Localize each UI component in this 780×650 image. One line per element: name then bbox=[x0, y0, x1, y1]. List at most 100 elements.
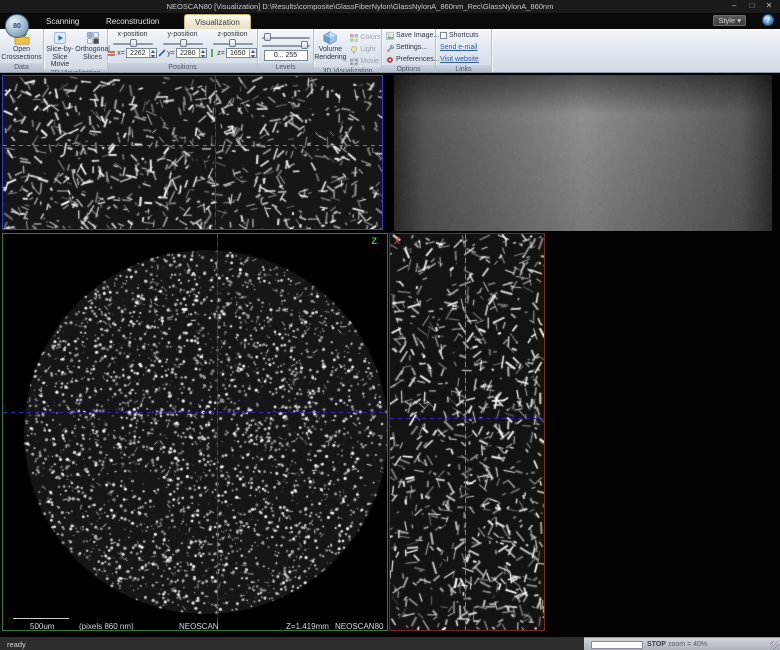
colors-button[interactable]: Colors bbox=[348, 32, 380, 43]
tab-scanning[interactable]: Scanning bbox=[36, 14, 89, 29]
style-dropdown[interactable]: Style ▾ bbox=[713, 15, 746, 26]
volume-rendering-icon bbox=[322, 31, 338, 45]
xy-slice-image[interactable] bbox=[3, 234, 387, 630]
xy-red-crosshair-line[interactable] bbox=[217, 234, 218, 630]
z-position-control: z-position z= 1650 bbox=[209, 30, 257, 58]
statusbar: ready STOP zoom = 40% bbox=[0, 637, 780, 650]
colors-icon bbox=[350, 34, 358, 42]
neoscan-brand-label: NEOSCAN bbox=[179, 623, 219, 631]
resize-grip[interactable] bbox=[770, 641, 779, 650]
z-position-value: 1650 bbox=[227, 49, 249, 57]
stop-button[interactable]: STOP bbox=[647, 641, 666, 648]
light-label: Light bbox=[360, 46, 375, 53]
yz-blue-crosshair-line[interactable] bbox=[390, 418, 544, 419]
status-message: ready bbox=[7, 640, 26, 649]
visit-website-link[interactable]: Visit website bbox=[438, 54, 479, 65]
ribbon-group-positions: x-position x= 2262 bbox=[108, 29, 258, 72]
z-axis-label: Z bbox=[372, 237, 378, 246]
scale-bar-line bbox=[13, 618, 69, 619]
z-position-slider[interactable] bbox=[213, 39, 253, 47]
pixel-size-label: (pixels 860 nm) bbox=[79, 623, 134, 631]
preferences-button[interactable]: Preferences... bbox=[384, 54, 440, 65]
xz-red-crosshair-line[interactable] bbox=[215, 76, 216, 229]
xy-slice-panel: Z 500um (pixels 860 nm) NEOSCAN Z=1.419m… bbox=[2, 233, 388, 631]
xz-slice-image[interactable] bbox=[3, 76, 382, 229]
tab-reconstruction[interactable]: Reconstruction bbox=[96, 14, 169, 29]
group-caption-links: Links bbox=[436, 65, 491, 72]
help-icon[interactable]: ? bbox=[762, 14, 774, 26]
group-caption-data: Data bbox=[0, 63, 43, 72]
z-axis-icon bbox=[208, 49, 216, 57]
levels-range-value[interactable]: 0... 255 bbox=[264, 50, 308, 61]
level-min-slider[interactable] bbox=[262, 33, 310, 41]
x-position-input[interactable]: 2262 bbox=[126, 48, 157, 58]
yz-green-crosshair-line[interactable] bbox=[465, 234, 466, 630]
group-caption-2d-visualization: 2D Visualization bbox=[44, 69, 107, 73]
neoscan80-brand-label: NEOSCAN80 bbox=[335, 623, 383, 631]
projection-panel bbox=[394, 75, 772, 231]
movie-icon bbox=[350, 58, 358, 66]
movie-button[interactable]: Movie bbox=[348, 56, 380, 67]
orthogonal-slices-button[interactable]: Orthogonal Slices bbox=[78, 30, 107, 61]
slice-by-slice-movie-label: Slice-by-Slice Movie bbox=[44, 46, 76, 69]
visit-website-label: Visit website bbox=[440, 56, 479, 63]
group-caption-3d-visualization: 3D Visualization bbox=[314, 67, 381, 72]
settings-button[interactable]: Settings... bbox=[384, 42, 427, 53]
progress-bar bbox=[591, 641, 643, 649]
group-caption-positions: Positions bbox=[108, 63, 257, 72]
x-position-value: 2262 bbox=[127, 49, 149, 57]
minimize-button[interactable]: – bbox=[726, 0, 742, 12]
colors-label: Colors bbox=[360, 34, 380, 41]
ribbon-group-links: Shortcuts Send e-mail Visit website Link… bbox=[436, 29, 492, 72]
ribbon-group-3d-visualization: Volume Rendering Colors bbox=[314, 29, 382, 72]
level-max-slider[interactable] bbox=[262, 41, 310, 49]
y-position-control: y-position y= 2280 bbox=[159, 30, 207, 58]
z-position-spinner[interactable] bbox=[249, 49, 256, 57]
y-axis-icon bbox=[158, 49, 166, 57]
x-axis-label: X bbox=[394, 237, 400, 246]
statusbar-left: ready bbox=[0, 637, 584, 650]
statusbar-right: STOP zoom = 40% bbox=[584, 637, 780, 650]
yz-slice-image[interactable] bbox=[390, 234, 544, 630]
settings-label: Settings... bbox=[396, 44, 427, 51]
x-position-spinner[interactable] bbox=[149, 49, 156, 57]
play-movie-icon bbox=[52, 31, 68, 45]
light-button[interactable]: Light bbox=[348, 44, 380, 55]
y-position-slider[interactable] bbox=[163, 39, 203, 47]
volume-rendering-button[interactable]: Volume Rendering bbox=[314, 30, 346, 61]
ribbon: Open Crossections Data Slice-by-Slice Mo… bbox=[0, 29, 780, 73]
close-button[interactable]: ✕ bbox=[761, 0, 777, 12]
y-position-label: y-position bbox=[168, 31, 198, 39]
send-email-label: Send e-mail bbox=[440, 44, 477, 51]
slice-by-slice-movie-button[interactable]: Slice-by-Slice Movie bbox=[44, 30, 76, 69]
send-email-link[interactable]: Send e-mail bbox=[438, 42, 477, 53]
xz-green-crosshair-line[interactable] bbox=[3, 145, 382, 146]
group-caption-levels: Levels bbox=[258, 63, 313, 72]
movie-label: Movie bbox=[360, 58, 379, 65]
x-position-slider[interactable] bbox=[113, 39, 153, 47]
ribbon-tabbar: 80 Scanning Reconstruction Visualization… bbox=[0, 13, 780, 29]
orthogonal-slices-label: Orthogonal Slices bbox=[75, 46, 110, 61]
preferences-label: Preferences... bbox=[396, 56, 440, 63]
y-prefix: y= bbox=[167, 50, 175, 57]
y-position-spinner[interactable] bbox=[199, 49, 206, 57]
projection-image[interactable] bbox=[394, 75, 772, 231]
y-position-value: 2280 bbox=[177, 49, 199, 57]
y-position-input[interactable]: 2280 bbox=[176, 48, 207, 58]
x-position-label: x-position bbox=[118, 31, 148, 39]
volume-rendering-label: Volume Rendering bbox=[314, 46, 346, 61]
tab-visualization[interactable]: Visualization bbox=[184, 14, 251, 29]
maximize-button[interactable]: □ bbox=[744, 0, 760, 12]
x-prefix: x= bbox=[117, 50, 125, 57]
x-axis-icon bbox=[108, 49, 116, 57]
z-position-input[interactable]: 1650 bbox=[226, 48, 257, 58]
app-window: NEOSCAN80 [Visualization] D:\Results\com… bbox=[0, 0, 780, 650]
xy-blue-crosshair-line[interactable] bbox=[3, 412, 387, 413]
orthogonal-slices-icon bbox=[85, 31, 101, 45]
shortcuts-checkbox-box bbox=[440, 32, 447, 39]
z-prefix: z= bbox=[217, 50, 225, 57]
save-image-button[interactable]: Save Image... bbox=[384, 30, 439, 41]
shortcuts-checkbox[interactable]: Shortcuts bbox=[438, 30, 479, 41]
open-crossections-label: Open Crossections bbox=[0, 46, 43, 61]
app-logo-icon[interactable]: 80 bbox=[5, 14, 29, 38]
